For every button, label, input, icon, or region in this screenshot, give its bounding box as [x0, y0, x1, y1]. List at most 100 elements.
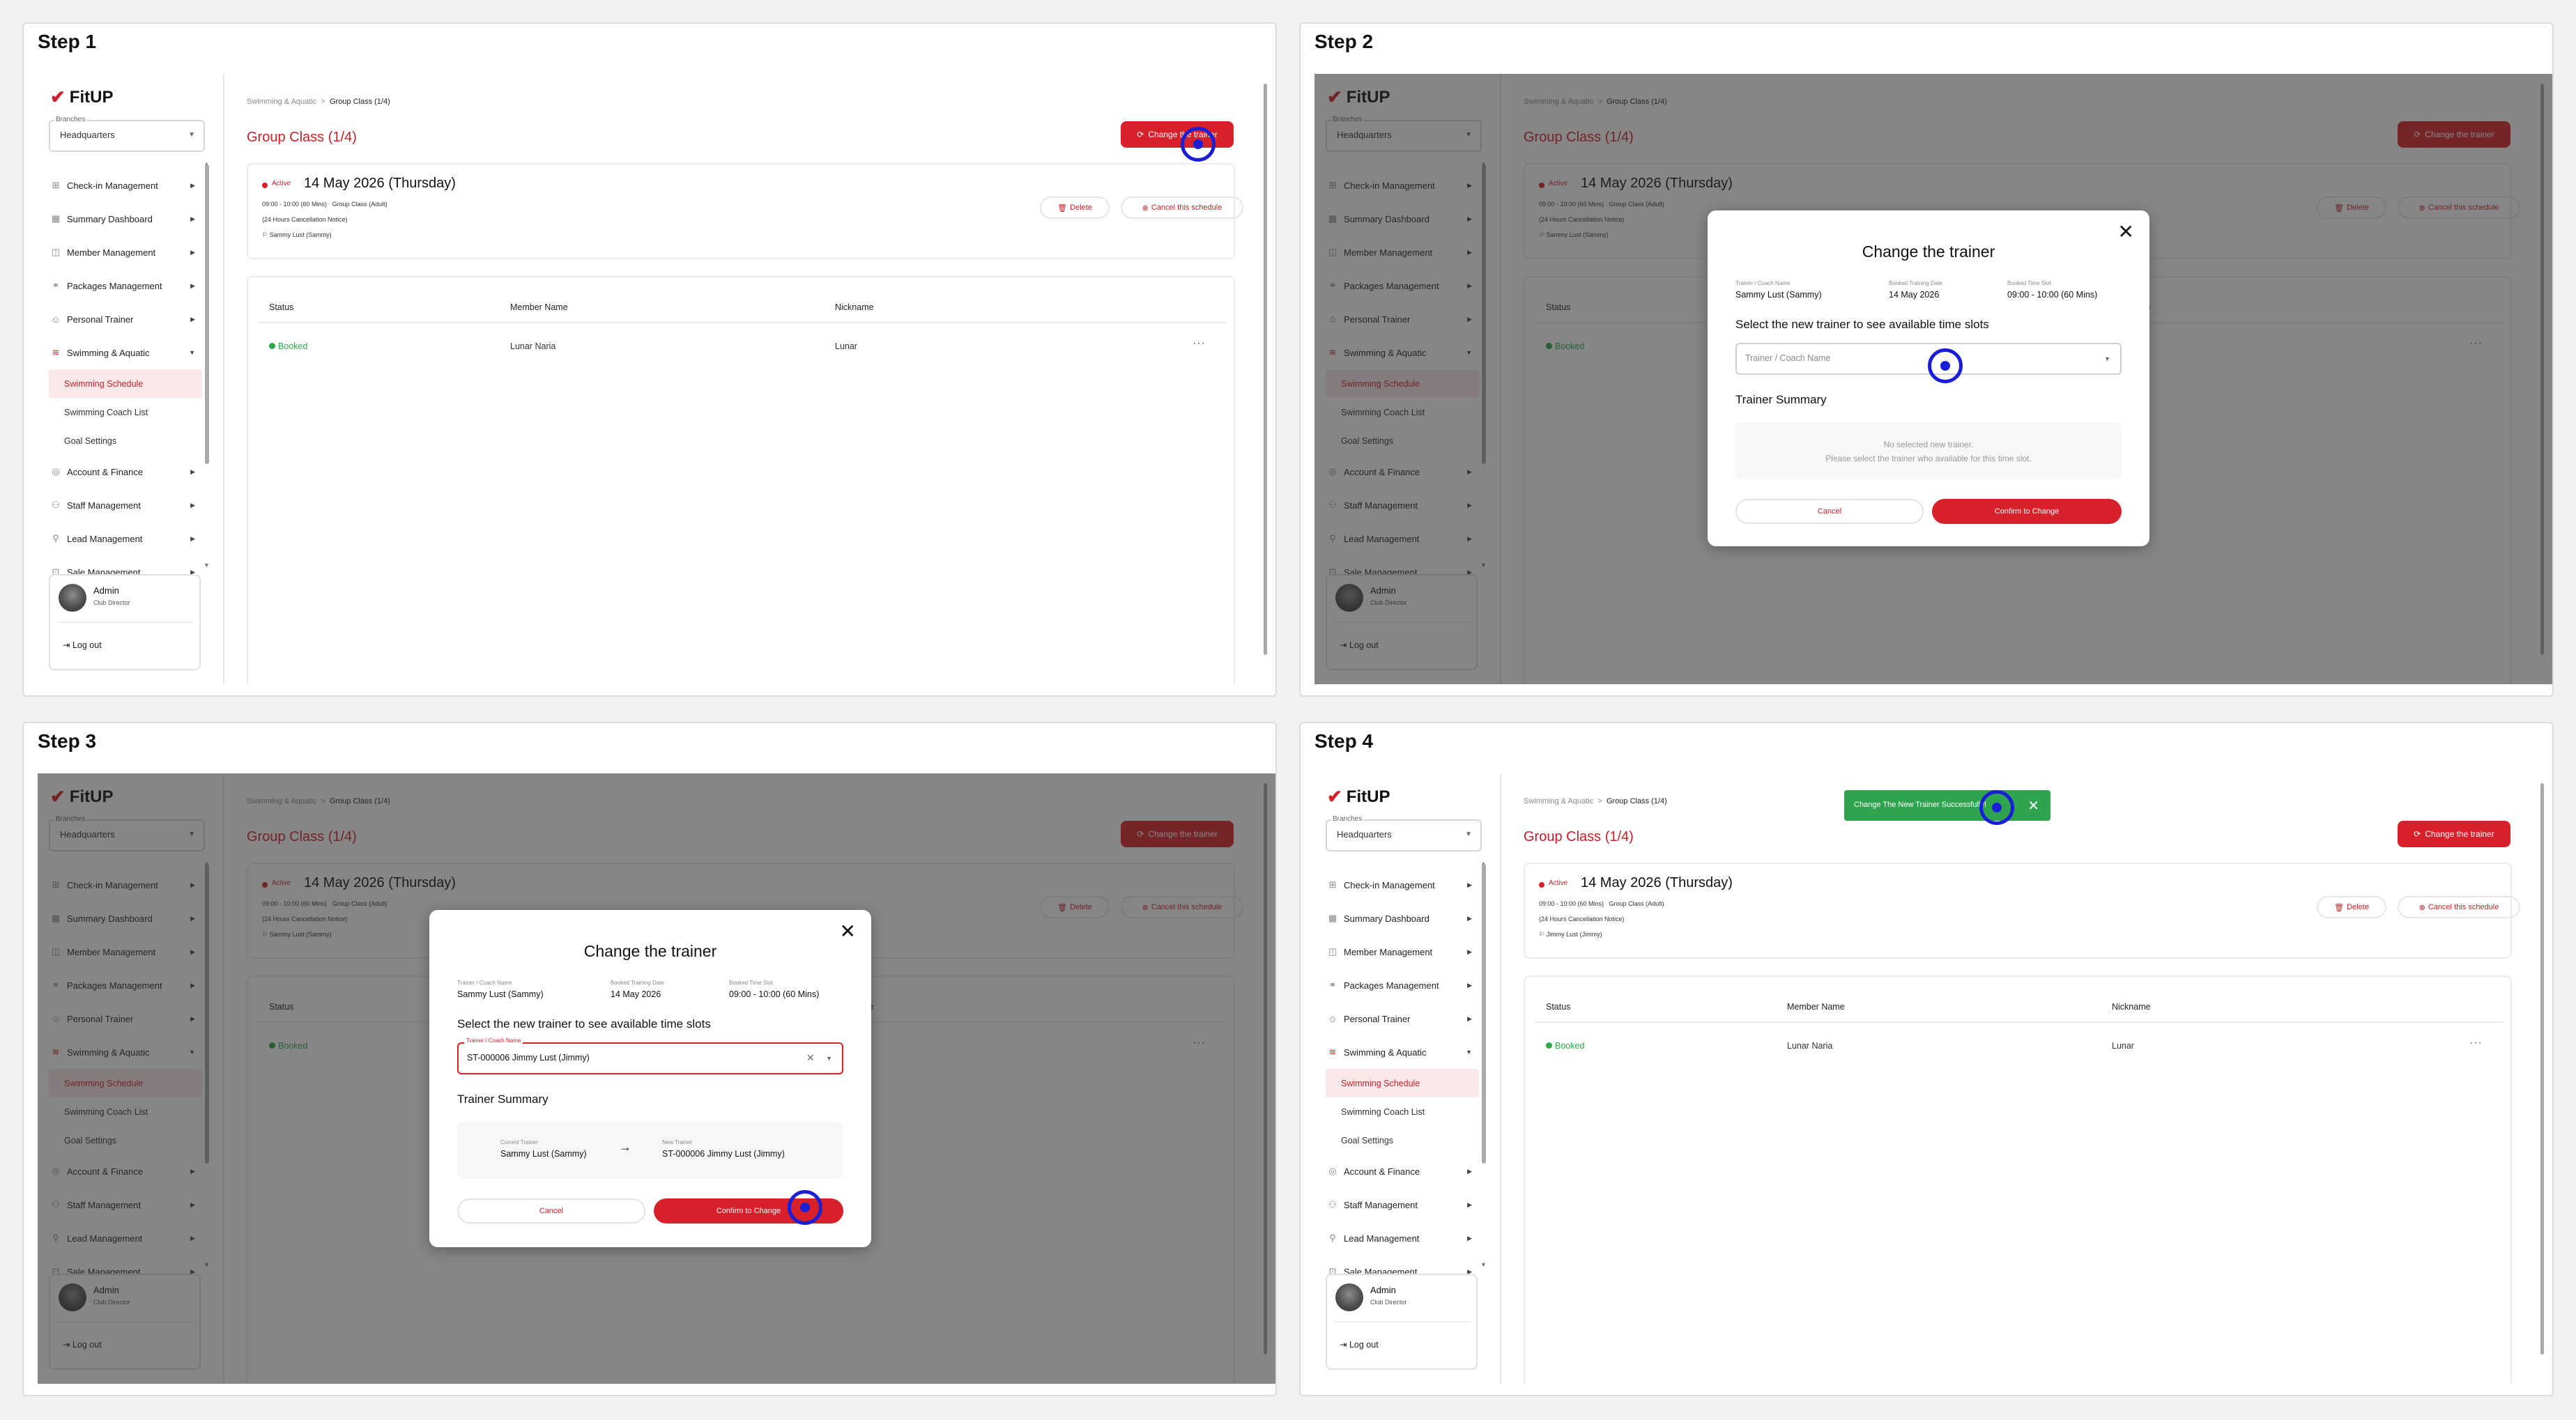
select-trainer-heading: Select the new trainer to see available …	[1735, 318, 1989, 331]
click-cursor	[1979, 790, 2014, 825]
modal-title: Change the trainer	[583, 942, 717, 960]
packages-icon: ⚭	[1328, 980, 1337, 990]
logout-button[interactable]: ⇥ Log out	[63, 640, 102, 650]
sidebar: ✔ FitUP Headquarters ▼ Branches ⊞ Check-i…	[1314, 773, 1501, 1384]
more-options-icon[interactable]: ···	[1193, 337, 1206, 350]
user-name: Admin	[1370, 1285, 1396, 1295]
scroll-down-icon[interactable]: ▼	[1480, 1261, 1487, 1268]
sidebar-item-check-in[interactable]: ⊞ Check-in Management ▶	[49, 169, 202, 202]
breadcrumb-current: Group Class (1/4)	[1606, 797, 1667, 805]
current-trainer-value: Sammy Lust (Sammy)	[457, 989, 544, 999]
sidebar-item-label: Personal Trainer	[1344, 1013, 1411, 1024]
refresh-icon: ⟳	[1137, 130, 1144, 139]
close-icon[interactable]: ✕	[2027, 797, 2039, 815]
sidebar-item-goal-settings[interactable]: Goal Settings	[49, 426, 202, 455]
sidebar-item-label: Swimming Coach List	[64, 407, 148, 417]
close-icon[interactable]: ✕	[840, 920, 856, 943]
sidebar-item-label: Goal Settings	[1341, 1135, 1394, 1145]
cancel-schedule-button[interactable]: ⊗Cancel this schedule	[2398, 896, 2520, 918]
logout-button[interactable]: ⇥ Log out	[1340, 1339, 1379, 1350]
sidebar-item-member[interactable]: ◫ Member Management ▶	[1326, 935, 1479, 968]
schedule-card: Active 14 May 2026 (Thursday) 09:00 - 10…	[247, 163, 1243, 259]
change-trainer-button[interactable]: ⟳Change the trainer	[1121, 121, 1234, 148]
member-icon: ◫	[51, 247, 61, 257]
main-scrollbar[interactable]	[2540, 783, 2544, 1355]
booked-time-key: Booked Time Slot	[729, 980, 773, 986]
sidebar-item-staff[interactable]: ⚇ Staff Management ▶	[49, 488, 202, 522]
sidebar-scrollbar[interactable]	[1482, 864, 1486, 1164]
change-trainer-button[interactable]: ⟳Change the trainer	[2398, 821, 2510, 847]
sidebar-scrollbar[interactable]	[205, 164, 209, 464]
current-trainer-key: Trainer / Coach Name	[457, 980, 512, 986]
sidebar-item-packages[interactable]: ⚭ Packages Management ▶	[1326, 968, 1479, 1002]
delete-button[interactable]: 🗑Delete	[2317, 896, 2386, 918]
sidebar-item-finance[interactable]: ◎ Account & Finance ▶	[1326, 1155, 1479, 1188]
sidebar-item-coach-list[interactable]: Swimming Coach List	[49, 398, 202, 426]
scroll-down-icon[interactable]: ▼	[204, 562, 210, 569]
schedule-time-value: 09:00 - 10:00 (60 Mins)	[262, 201, 328, 208]
sidebar-item-summary[interactable]: ▦ Summary Dashboard ▶	[49, 202, 202, 236]
confirm-label: Confirm to Change	[1994, 507, 2060, 516]
caret-icon: ▶	[1467, 881, 1472, 888]
sidebar-item-personal-trainer[interactable]: ☺ Personal Trainer ▶	[49, 302, 202, 336]
cancel-schedule-label: Cancel this schedule	[2428, 903, 2499, 911]
current-trainer-key: Trainer / Coach Name	[1735, 280, 1791, 286]
sidebar-item-finance[interactable]: ◎ Account & Finance ▶	[49, 455, 202, 488]
trainer-select[interactable]: ST-000006 Jimmy Lust (Jimmy) × ▼	[457, 1042, 843, 1074]
sidebar-item-member[interactable]: ◫ Member Management ▶	[49, 236, 202, 269]
trainer-select-value: ST-000006 Jimmy Lust (Jimmy)	[467, 1053, 590, 1063]
sidebar-item-label: Staff Management	[1344, 1199, 1418, 1210]
chevron-down-icon: ▼	[188, 131, 195, 139]
member-icon: ◫	[1328, 946, 1337, 957]
lead-icon: ⚲	[52, 533, 59, 543]
app-screen: ✔ FitUP Headquarters ▼ Branches ⊞ Check-i…	[38, 74, 1275, 684]
cancel-button[interactable]: Cancel	[1735, 499, 1924, 524]
branch-select[interactable]: Headquarters ▼	[49, 120, 205, 152]
breadcrumb-parent[interactable]: Swimming & Aquatic	[247, 98, 316, 106]
sidebar-item-summary[interactable]: ▦ Summary Dashboard ▶	[1326, 902, 1479, 935]
cancel-button[interactable]: Cancel	[457, 1198, 645, 1224]
sidebar-item-swimming-schedule[interactable]: Swimming Schedule	[1326, 1069, 1479, 1097]
schedule-trainer: ⚐ Jimmy Lust (Jimmy)	[1539, 931, 1602, 939]
close-icon[interactable]: ✕	[2118, 220, 2134, 243]
more-options-icon[interactable]: ···	[2469, 1037, 2483, 1049]
sidebar-item-label: Swimming & Aquatic	[1344, 1047, 1427, 1058]
cancel-schedule-button[interactable]: ⊗Cancel this schedule	[1121, 196, 1243, 219]
trainer-icon: ⚐	[262, 231, 268, 238]
delete-button[interactable]: 🗑Delete	[1040, 196, 1110, 219]
finance-icon: ◎	[52, 466, 60, 477]
avatar	[1335, 1283, 1363, 1311]
avatar	[59, 584, 86, 612]
sidebar-item-swimming-schedule[interactable]: Swimming Schedule	[49, 369, 202, 398]
checkin-icon: ⊞	[1328, 879, 1337, 890]
sidebar-item-coach-list[interactable]: Swimming Coach List	[1326, 1097, 1479, 1126]
sidebar-item-lead[interactable]: ⚲ Lead Management ▶	[1326, 1221, 1479, 1255]
sidebar-item-lead[interactable]: ⚲ Lead Management ▶	[49, 522, 202, 555]
row-status: Booked	[269, 341, 307, 351]
staff-icon: ⚇	[1328, 1199, 1337, 1210]
user-role: Club Director	[1370, 1299, 1407, 1306]
logo-text: FitUP	[69, 87, 114, 107]
page-title: Group Class (1/4)	[1524, 829, 1634, 844]
dashboard-icon: ▦	[1328, 913, 1337, 923]
select-trainer-heading: Select the new trainer to see available …	[457, 1017, 711, 1031]
sidebar-item-check-in[interactable]: ⊞ Check-in Management ▶	[1326, 868, 1479, 902]
breadcrumb-parent[interactable]: Swimming & Aquatic	[1524, 797, 1593, 805]
sidebar-item-swimming[interactable]: ≋ Swimming & Aquatic ▼	[1326, 1035, 1479, 1069]
sidebar-item-swimming[interactable]: ≋ Swimming & Aquatic ▼	[49, 336, 202, 369]
sidebar-item-label: Lead Management	[67, 533, 143, 544]
sidebar-item-goal-settings[interactable]: Goal Settings	[1326, 1126, 1479, 1155]
clear-icon[interactable]: ×	[806, 1051, 814, 1065]
sidebar-menu: ⊞ Check-in Management ▶ ▦ Summary Dashboard…	[49, 169, 202, 589]
confirm-change-button[interactable]: Confirm to Change	[1932, 499, 2122, 524]
main-scrollbar[interactable]	[1264, 84, 1267, 655]
sidebar-item-personal-trainer[interactable]: ☺ Personal Trainer ▶	[1326, 1002, 1479, 1035]
branch-select[interactable]: Headquarters ▼	[1326, 819, 1482, 851]
empty-hint: Please select the trainer who available …	[1825, 454, 2032, 463]
modal-title: Change the trainer	[1862, 242, 1995, 261]
sidebar-item-staff[interactable]: ⚇ Staff Management ▶	[1326, 1188, 1479, 1221]
caret-icon: ▶	[1467, 981, 1472, 989]
sidebar-item-packages[interactable]: ⚭ Packages Management ▶	[49, 269, 202, 302]
row-nickname: Lunar	[835, 341, 857, 351]
breadcrumb-current: Group Class (1/4)	[329, 98, 390, 106]
